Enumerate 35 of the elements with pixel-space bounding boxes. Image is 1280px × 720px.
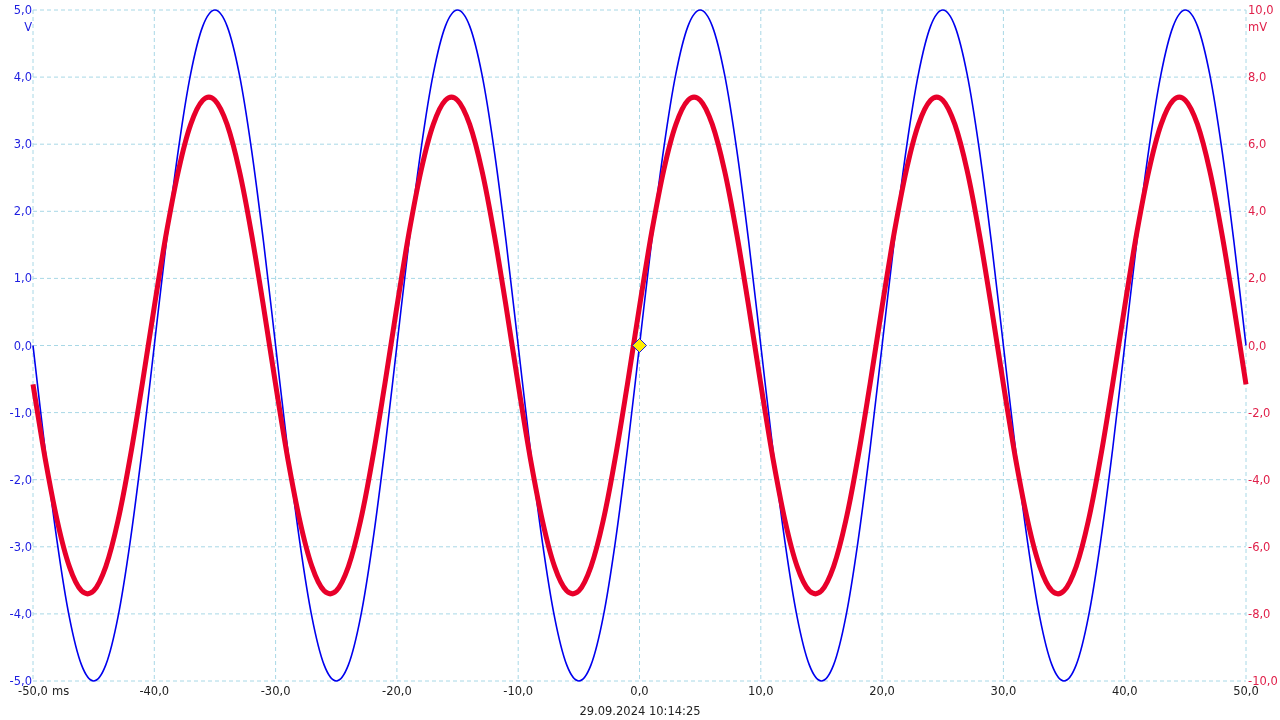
- x-axis-label: 40,0: [1111, 684, 1138, 698]
- y-axis-label: 5,0: [13, 3, 32, 17]
- y-axis-unit: mV: [1248, 20, 1268, 34]
- x-axis-label: -40,0: [139, 684, 170, 698]
- y-axis-label: 2,0: [13, 204, 32, 219]
- x-axis-label: -10,0: [503, 684, 534, 698]
- y-axis-label: 1,0: [13, 271, 32, 286]
- y-axis-label: 0,0: [1248, 338, 1267, 353]
- y-axis-label: -8,0: [1248, 606, 1271, 621]
- y-axis-unit: V: [24, 20, 32, 34]
- x-axis-label: 50,0: [1233, 684, 1259, 698]
- x-axis-unit: ms: [52, 684, 70, 698]
- y-axis-label: 8,0: [1248, 70, 1267, 85]
- x-axis-label: 10,0: [748, 684, 774, 698]
- y-axis-label: -2,0: [9, 472, 32, 487]
- y-axis-label: 4,0: [13, 70, 32, 85]
- x-axis-label: 30,0: [990, 684, 1017, 698]
- y-axis-label: -4,0: [1248, 472, 1271, 487]
- timestamp: 29.09.2024 10:14:25: [579, 704, 701, 718]
- y-axis-label: -4,0: [9, 606, 32, 621]
- y-axis-label: 2,0: [1248, 271, 1267, 286]
- y-axis-label: -3,0: [9, 539, 32, 554]
- x-axis-label: 20,0: [869, 684, 895, 698]
- y-axis-label: -1,0: [9, 405, 32, 420]
- y-axis-label: 3,0: [13, 137, 32, 152]
- y-axis-label: 10,0: [1248, 3, 1274, 17]
- y-axis-label: 6,0: [1248, 137, 1267, 152]
- y-axis-label: 4,0: [1248, 204, 1267, 219]
- y-axis-label: -6,0: [1248, 539, 1271, 554]
- trigger-marker-icon: [632, 338, 647, 353]
- y-axis-label: 0,0: [13, 338, 32, 353]
- x-axis-label: -30,0: [260, 684, 291, 698]
- x-axis-label: 0,0: [630, 684, 649, 698]
- x-axis-label: -20,0: [382, 684, 412, 698]
- y-axis-label: -2,0: [1248, 405, 1271, 420]
